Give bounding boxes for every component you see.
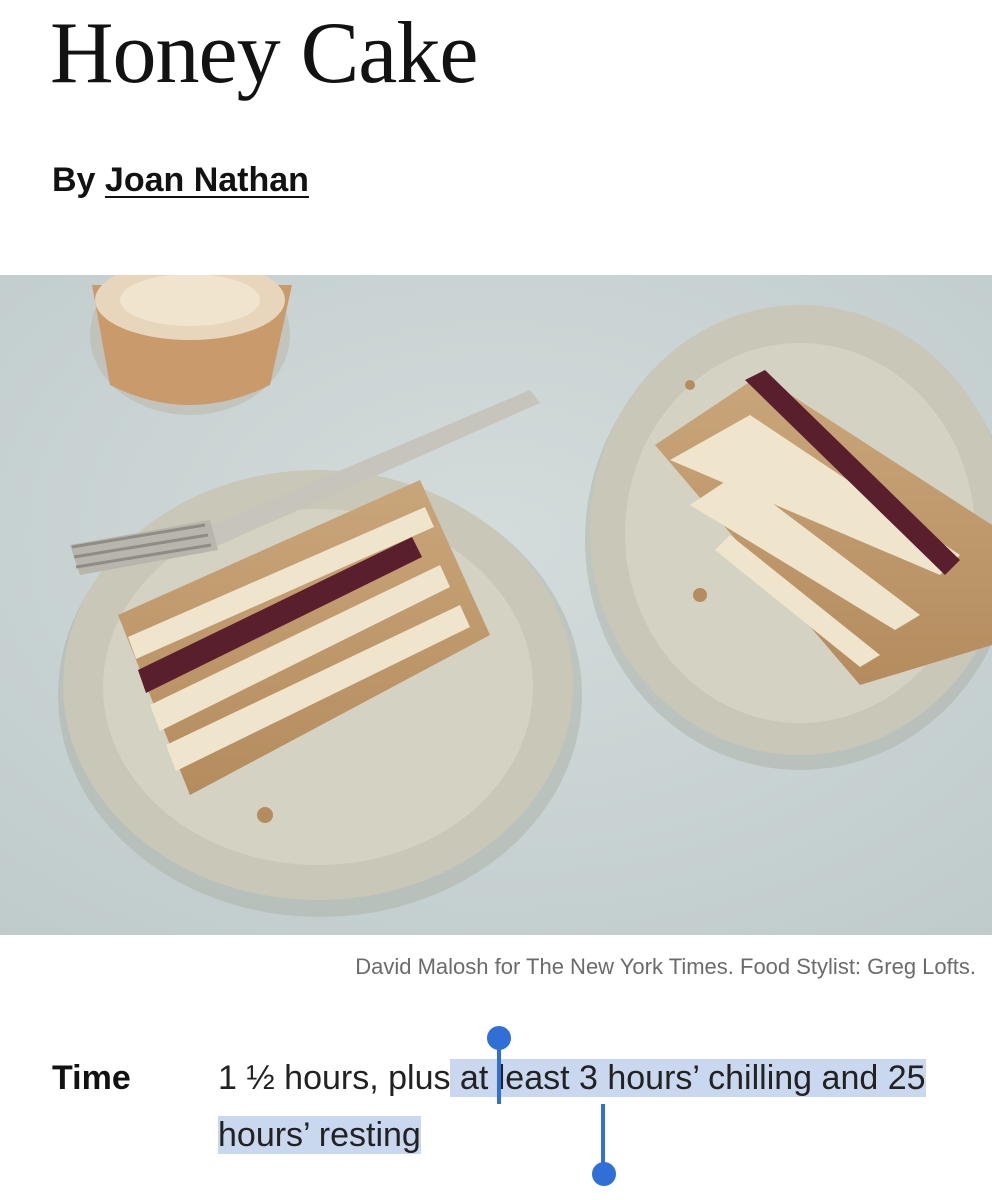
byline: By Joan Nathan <box>52 158 309 202</box>
selection-end-knob[interactable] <box>592 1162 616 1186</box>
time-text-unselected: 1 ½ hours, plus <box>218 1059 451 1097</box>
photo-caption: David Malosh for The New York Times. Foo… <box>355 954 976 979</box>
recipe-photo <box>0 275 992 935</box>
selection-start-handle[interactable] <box>497 1040 501 1104</box>
recipe-title: Honey Cake <box>50 5 478 102</box>
time-value[interactable]: 1 ½ hours, plus at least 3 hours’ chilli… <box>218 1050 958 1164</box>
author-link[interactable]: Joan Nathan <box>105 161 309 199</box>
byline-prefix: By <box>52 161 96 199</box>
time-label: Time <box>52 1059 131 1097</box>
